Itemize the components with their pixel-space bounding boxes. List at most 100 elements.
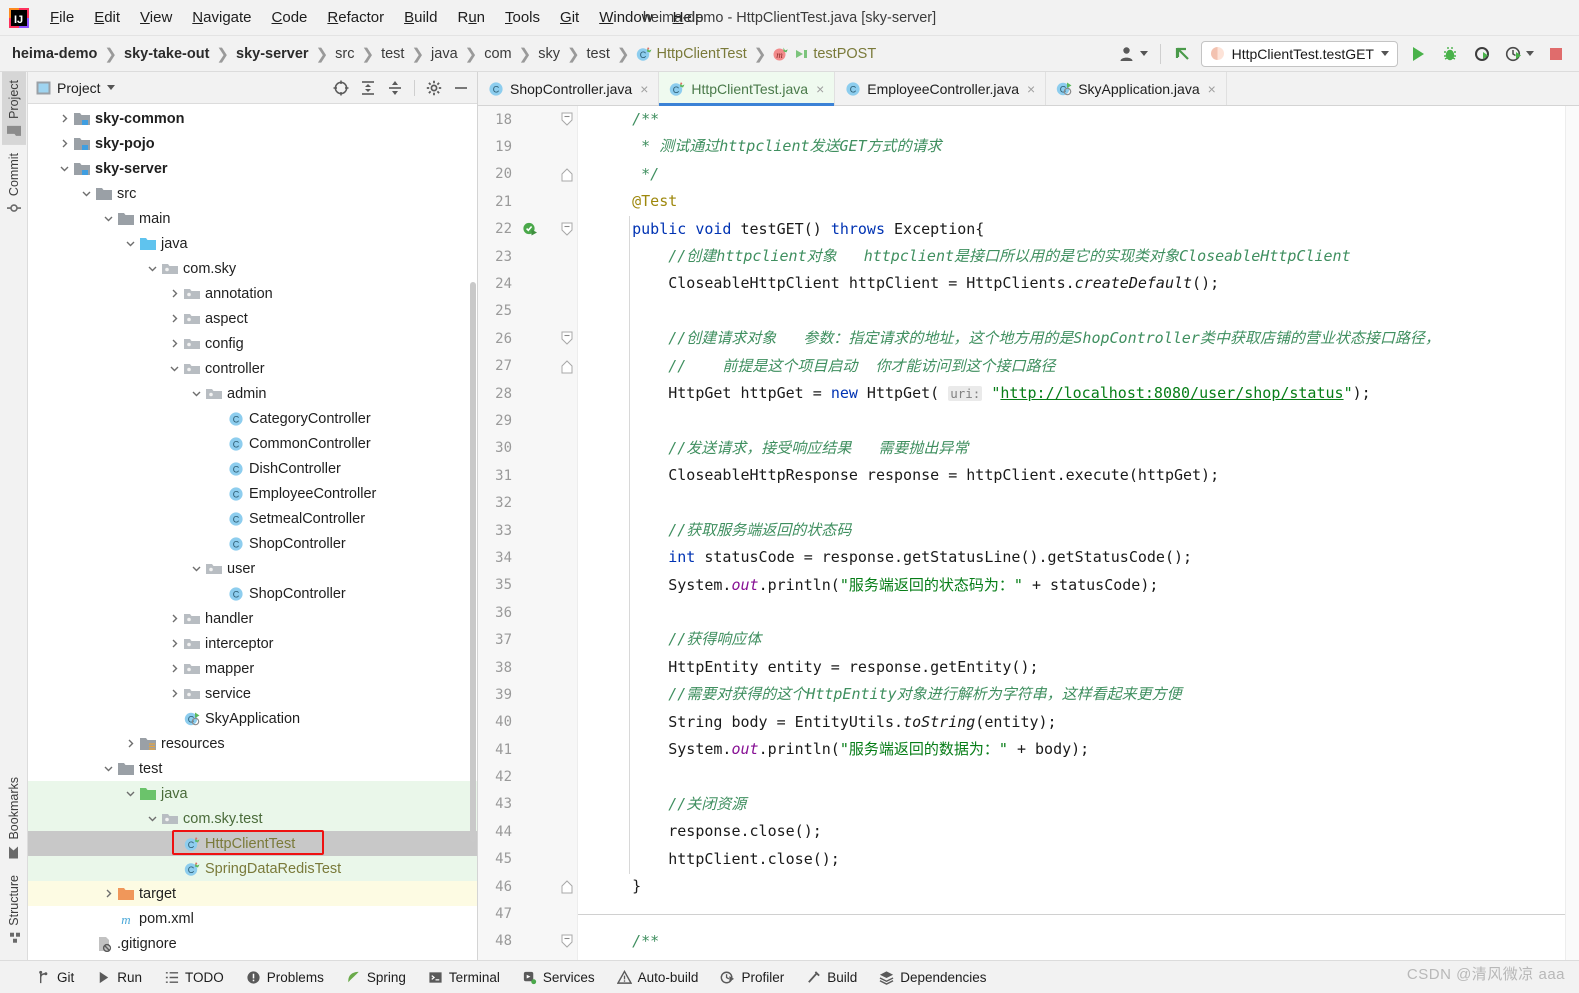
tree-node[interactable]: target [28, 881, 477, 906]
breadcrumb-item-heima-demo[interactable]: heima-demo [12, 46, 97, 62]
editor-gutter[interactable]: 18 19 20 21 22 23 24 25 26 27 28 29 30 31 32 33 34 35 36 37… [478, 106, 556, 960]
status-bar-item-profiler[interactable]: Profiler [720, 970, 784, 985]
tree-node[interactable]: service [28, 681, 477, 706]
editor-tab-skyapplication-java[interactable]: C SkyApplication.java × [1046, 72, 1227, 105]
status-bar-item-terminal[interactable]: Terminal [428, 970, 500, 985]
project-tree[interactable]: sky-common sky-pojo sky-server src main java c… [28, 104, 477, 960]
chevron-down-icon[interactable] [188, 388, 204, 399]
tree-node[interactable]: java [28, 781, 477, 806]
menu-item-code[interactable]: Code [262, 6, 318, 29]
tree-node[interactable]: annotation [28, 281, 477, 306]
run-with-coverage-button[interactable] [1470, 45, 1494, 63]
tree-node[interactable]: C DishController [28, 456, 477, 481]
menu-item-edit[interactable]: Edit [84, 6, 130, 29]
breadcrumb-item-sky-server[interactable]: sky-server [236, 46, 309, 62]
chevron-right-icon[interactable] [166, 338, 182, 349]
tree-node[interactable]: handler [28, 606, 477, 631]
editor-fold-column[interactable] [556, 106, 578, 960]
menu-item-file[interactable]: File [40, 6, 84, 29]
chevron-right-icon[interactable] [100, 888, 116, 899]
tree-node[interactable]: sky-common [28, 106, 477, 131]
status-bar-item-build[interactable]: Build [806, 970, 857, 985]
expand-all-icon[interactable] [360, 80, 376, 96]
tree-node[interactable]: .gitignore [28, 931, 477, 956]
tree-node[interactable]: com.sky.test [28, 806, 477, 831]
tree-node[interactable]: java [28, 231, 477, 256]
editor-tab-shopcontroller-java[interactable]: C ShopController.java × [478, 72, 660, 105]
chevron-down-icon[interactable] [100, 763, 116, 774]
menu-item-refactor[interactable]: Refactor [317, 6, 394, 29]
breadcrumb-item-com[interactable]: com [484, 46, 511, 62]
run-configuration-selector[interactable]: HttpClientTest.testGET [1200, 40, 1398, 67]
menu-item-tools[interactable]: Tools [495, 6, 550, 29]
status-bar-item-git[interactable]: Git [36, 970, 74, 985]
chevron-right-icon[interactable] [122, 738, 138, 749]
tree-node[interactable]: C SpringDataRedisTest [28, 856, 477, 881]
chevron-down-icon[interactable] [100, 213, 116, 224]
editor-tab-employeecontroller-java[interactable]: C EmployeeController.java × [835, 72, 1047, 105]
chevron-right-icon[interactable] [166, 288, 182, 299]
tree-node[interactable]: C SetmealController [28, 506, 477, 531]
collapse-all-icon[interactable] [387, 80, 403, 96]
tree-node[interactable]: config [28, 331, 477, 356]
tree-node[interactable]: sky-pojo [28, 131, 477, 156]
chevron-right-icon[interactable] [166, 688, 182, 699]
menu-item-help[interactable]: Help [663, 6, 714, 29]
tree-node[interactable]: sky-server [28, 156, 477, 181]
tree-node[interactable]: interceptor [28, 631, 477, 656]
tree-node[interactable]: src [28, 181, 477, 206]
run-test-gutter-icon[interactable] [522, 221, 538, 237]
breadcrumb-item-test[interactable]: test [587, 46, 610, 62]
chevron-down-icon[interactable] [106, 85, 115, 90]
fold-marker[interactable] [556, 928, 577, 955]
editor-scroll-stripe[interactable] [1565, 106, 1579, 960]
tree-node[interactable]: resources [28, 731, 477, 756]
chevron-down-icon[interactable] [188, 563, 204, 574]
status-bar-item-services[interactable]: Services [522, 970, 595, 985]
close-icon[interactable]: × [640, 81, 648, 97]
tree-node[interactable]: aspect [28, 306, 477, 331]
chevron-down-icon[interactable] [144, 263, 160, 274]
chevron-down-icon[interactable] [166, 363, 182, 374]
chevron-down-icon[interactable] [144, 813, 160, 824]
fold-marker[interactable] [556, 161, 577, 188]
status-bar-item-auto-build[interactable]: Auto-build [616, 969, 698, 985]
fold-marker[interactable] [556, 873, 577, 900]
chevron-right-icon[interactable] [166, 663, 182, 674]
chevron-right-icon[interactable] [166, 613, 182, 624]
editor-tab-httpclienttest-java[interactable]: C HttpClientTest.java × [659, 72, 836, 106]
menu-item-git[interactable]: Git [550, 6, 589, 29]
status-bar-item-problems[interactable]: Problems [246, 970, 324, 985]
sidebar-item-bookmarks[interactable]: Bookmarks [2, 769, 26, 868]
fold-marker[interactable] [556, 325, 577, 352]
chevron-down-icon[interactable] [122, 238, 138, 249]
status-bar-item-todo[interactable]: TODO [164, 970, 224, 985]
tree-node[interactable]: m pom.xml [28, 906, 477, 931]
chevron-down-icon[interactable] [122, 788, 138, 799]
menu-item-view[interactable]: View [130, 6, 182, 29]
tree-node[interactable]: mapper [28, 656, 477, 681]
menu-item-window[interactable]: Window [589, 6, 662, 29]
settings-gear-icon[interactable] [426, 80, 442, 96]
hide-panel-icon[interactable] [453, 80, 469, 96]
close-icon[interactable]: × [1027, 81, 1035, 97]
close-icon[interactable]: × [816, 81, 824, 97]
chevron-right-icon[interactable] [56, 113, 72, 124]
run-button[interactable] [1406, 45, 1430, 63]
tree-node[interactable]: main [28, 206, 477, 231]
project-tree-scrollbar[interactable] [470, 282, 476, 842]
status-bar-item-run[interactable]: Run [96, 970, 142, 985]
close-icon[interactable]: × [1208, 81, 1216, 97]
select-opened-file-icon[interactable] [333, 80, 349, 96]
debug-button[interactable] [1438, 45, 1462, 63]
profiler-button[interactable] [1502, 45, 1537, 63]
menu-item-run[interactable]: Run [447, 6, 495, 29]
breadcrumb-item-httpclienttest[interactable]: C HttpClientTest [636, 46, 747, 62]
editor-code-content[interactable]: /** * 测试通过httpclient发送GET方式的请求 */ @Test … [578, 106, 1565, 960]
chevron-right-icon[interactable] [56, 138, 72, 149]
fold-marker[interactable] [556, 106, 577, 133]
chevron-right-icon[interactable] [166, 638, 182, 649]
tree-node[interactable]: admin [28, 381, 477, 406]
breadcrumb-item-test[interactable]: test [381, 46, 404, 62]
breadcrumb-item-java[interactable]: java [431, 46, 458, 62]
